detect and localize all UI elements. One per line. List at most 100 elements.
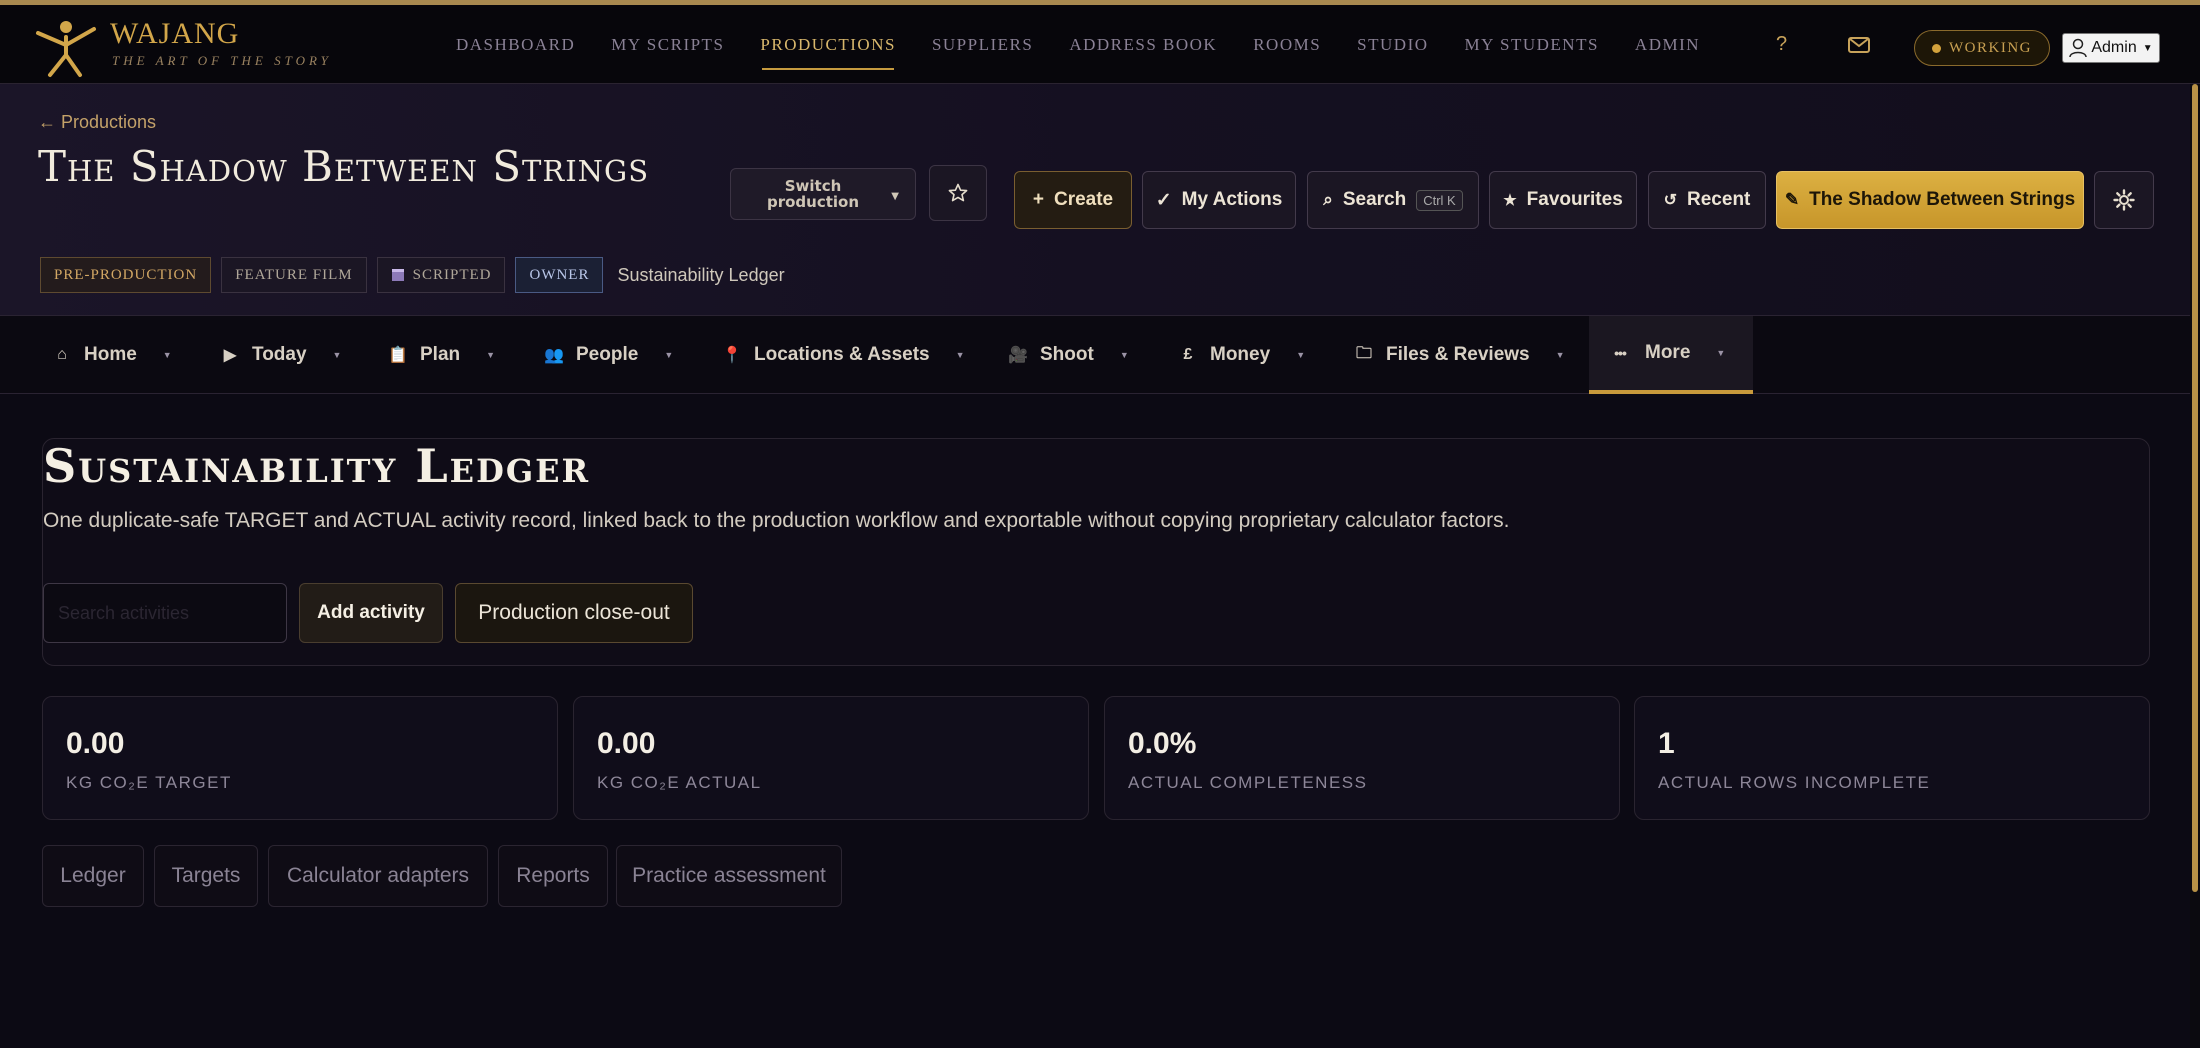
page-scrollbar[interactable]: [2190, 84, 2200, 1048]
tag-role: OWNER: [515, 257, 604, 293]
folder-icon: 🗀: [1355, 344, 1372, 362]
stat-incomplete-rows: 1 ACTUAL ROWS INCOMPLETE: [1634, 696, 2150, 820]
section-tab-label: Locations & Assets: [754, 344, 930, 365]
pin-icon: 📍: [722, 347, 742, 364]
stat-completeness: 0.0% ACTUAL COMPLETENESS: [1104, 696, 1620, 820]
chevron-down-icon: ▼: [486, 350, 496, 360]
topnav-address-book[interactable]: ADDRESS BOOK: [1051, 5, 1235, 84]
section-tab-money[interactable]: £ Money ▼: [1178, 316, 1306, 394]
topnav-rooms[interactable]: ROOMS: [1235, 5, 1339, 84]
chevron-down-icon: ▼: [1716, 348, 1726, 358]
plus-icon: +: [1032, 189, 1044, 210]
play-icon: ▶: [223, 347, 237, 364]
production-title: The Shadow Between Strings: [38, 142, 650, 191]
section-tab-files-reviews[interactable]: 🗀 Files & Reviews ▼: [1354, 316, 1565, 394]
topnav-dashboard[interactable]: DASHBOARD: [438, 5, 593, 84]
production-tags: PRE-PRODUCTION FEATURE FILM SCRIPTED OWN…: [40, 257, 785, 293]
section-tab-shoot[interactable]: 🎥 Shoot ▼: [1008, 316, 1129, 394]
recent-button[interactable]: ↺ Recent: [1648, 171, 1766, 229]
my-actions-label: My Actions: [1181, 189, 1283, 210]
stat-actual: 0.00 KG CO₂E ACTUAL: [573, 696, 1089, 820]
search-button[interactable]: ⌕ Search Ctrl K: [1307, 171, 1479, 229]
chevron-down-icon: ▼: [332, 350, 342, 360]
top-bar: WAJANG THE ART OF THE STORY DASHBOARD MY…: [0, 0, 2200, 84]
section-tab-label: Home: [84, 344, 137, 365]
section-nav: ⌂ Home ▼ ▶ Today ▼ 📋 Plan ▼ 👥 People ▼ 📍…: [0, 316, 2200, 394]
subtab-targets[interactable]: Targets: [154, 845, 258, 907]
my-actions-button[interactable]: ✓ My Actions: [1142, 171, 1296, 229]
tag-scripted-label: SCRIPTED: [412, 266, 492, 283]
wajang-logo-icon[interactable]: [34, 15, 98, 79]
production-closeout-button[interactable]: Production close-out: [455, 583, 693, 643]
subtab-reports[interactable]: Reports: [498, 845, 608, 907]
create-label: Create: [1053, 189, 1114, 210]
subtab-ledger[interactable]: Ledger: [42, 845, 144, 907]
favourites-label: Favourites: [1526, 189, 1623, 210]
section-tab-more[interactable]: ••• More ▼: [1589, 316, 1753, 394]
section-tab-home[interactable]: ⌂ Home ▼: [52, 316, 172, 394]
stat-label: ACTUAL ROWS INCOMPLETE: [1658, 773, 1931, 792]
scrollbar-thumb[interactable]: [2192, 84, 2198, 892]
favourites-button[interactable]: ★ Favourites: [1489, 171, 1637, 229]
search-shortcut: Ctrl K: [1416, 189, 1463, 211]
stat-value: 1: [1658, 727, 1675, 760]
recent-label: Recent: [1687, 189, 1751, 210]
brand-name[interactable]: WAJANG: [110, 17, 239, 51]
favourite-production-button[interactable]: [929, 165, 987, 221]
chevron-down-icon: ▼: [891, 191, 899, 202]
top-nav: DASHBOARD MY SCRIPTS PRODUCTIONS SUPPLIE…: [438, 5, 1718, 84]
help-icon[interactable]: ?: [1776, 33, 1787, 56]
star-icon: ★: [1503, 192, 1517, 209]
status-dot-icon: [1932, 43, 1941, 53]
section-tab-people[interactable]: 👥 People ▼: [544, 316, 673, 394]
topnav-suppliers[interactable]: SUPPLIERS: [914, 5, 1051, 84]
settings-button[interactable]: [2094, 171, 2154, 229]
current-production-label: The Shadow Between Strings: [1809, 189, 2076, 210]
chevron-down-icon: ▼: [1119, 350, 1129, 360]
clapperboard-icon: [391, 269, 404, 281]
back-to-productions-link[interactable]: ← Productions: [38, 112, 156, 133]
switch-production-button[interactable]: Switch production ▼: [730, 168, 916, 220]
activity-search-input[interactable]: [43, 583, 287, 643]
history-icon: ↺: [1663, 192, 1678, 209]
tag-scripted: SCRIPTED: [376, 257, 506, 293]
chevron-down-icon: ▼: [162, 350, 172, 360]
section-tab-today[interactable]: ▶ Today ▼: [220, 316, 342, 394]
current-page-label: Sustainability Ledger: [617, 264, 785, 285]
section-tab-locations-assets[interactable]: 📍 Locations & Assets ▼: [722, 316, 965, 394]
topnav-my-scripts[interactable]: MY SCRIPTS: [593, 5, 742, 84]
subtab-practice-assessment[interactable]: Practice assessment: [616, 845, 842, 907]
topnav-productions[interactable]: PRODUCTIONS: [742, 5, 914, 84]
more-icon: •••: [1614, 345, 1627, 361]
camera-crew-icon: 🎥: [1008, 347, 1028, 364]
production-header: ← Productions The Shadow Between Strings…: [0, 84, 2200, 316]
chevron-down-icon: ▼: [664, 350, 674, 360]
chevron-down-icon: ▼: [1296, 350, 1306, 360]
stat-target: 0.00 KG CO₂E TARGET: [42, 696, 558, 820]
ledger-card: Sustainability Ledger One duplicate-safe…: [42, 438, 2150, 666]
search-label: Search: [1342, 189, 1407, 210]
topnav-studio[interactable]: STUDIO: [1339, 5, 1446, 84]
section-tab-plan[interactable]: 📋 Plan ▼: [388, 316, 495, 394]
gear-icon: [2113, 189, 2135, 211]
subtab-calculator-adapters[interactable]: Calculator adapters: [268, 845, 488, 907]
stat-label: KG CO₂E TARGET: [66, 773, 232, 792]
create-button[interactable]: + Create: [1014, 171, 1132, 229]
user-icon: [2069, 38, 2088, 58]
stat-value: 0.0%: [1128, 727, 1197, 760]
user-menu-button[interactable]: Admin ▼: [2062, 33, 2160, 63]
page-description: One duplicate-safe TARGET and ACTUAL act…: [43, 509, 1510, 532]
status-pill[interactable]: WORKING: [1914, 30, 2050, 66]
home-icon: ⌂: [57, 346, 67, 363]
status-label: WORKING: [1949, 39, 2032, 56]
star-icon: [948, 183, 968, 202]
topnav-my-students[interactable]: MY STUDENTS: [1447, 5, 1617, 84]
current-production-button[interactable]: ✎ The Shadow Between Strings: [1776, 171, 2084, 229]
mail-icon[interactable]: [1848, 37, 1870, 53]
add-activity-button[interactable]: Add activity: [299, 583, 443, 643]
tag-stage: PRE-PRODUCTION: [40, 257, 212, 293]
chevron-down-icon: ▼: [955, 350, 965, 360]
section-tab-label: Shoot: [1040, 344, 1094, 365]
pencil-icon: ✎: [1784, 190, 1800, 209]
topnav-admin[interactable]: ADMIN: [1617, 5, 1718, 84]
